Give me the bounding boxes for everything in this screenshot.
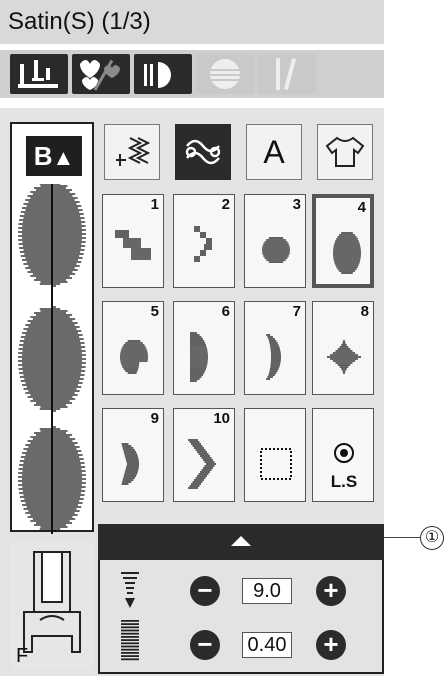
elongation-icon xyxy=(208,59,242,89)
width-value: 9.0 xyxy=(242,578,292,604)
length-setting-row: − 0.40 + xyxy=(98,618,384,668)
window-title-bar: Satin(S) (1/3) xyxy=(0,0,384,44)
hearts-mirror-icon xyxy=(80,59,120,91)
crescent-stitch-icon xyxy=(266,334,281,380)
oval-stitch-icon xyxy=(333,232,361,274)
chevron-stitch-icon xyxy=(188,439,216,489)
twin-needle-button[interactable] xyxy=(258,54,316,94)
stitch-key-2[interactable]: 2 xyxy=(173,194,235,288)
stitch-key-3[interactable]: 3 xyxy=(244,194,306,288)
zigzag-steps-stitch-icon xyxy=(194,226,212,262)
foot-needle-icon xyxy=(18,60,58,88)
stitch-preview: B▲ xyxy=(10,122,94,534)
width-setting-row: − 9.0 + xyxy=(98,566,384,616)
length-decrease-button[interactable]: − xyxy=(190,630,220,660)
twin-needle-icon xyxy=(276,58,297,90)
stitch-key-6[interactable]: 6 xyxy=(173,301,235,395)
stitch-number: 6 xyxy=(221,303,230,320)
tab-utility[interactable] xyxy=(104,124,160,180)
shirt-icon xyxy=(325,136,365,167)
letters-label: A xyxy=(263,133,285,170)
collapse-settings-button[interactable] xyxy=(98,524,384,560)
dotted-square-stitch-icon xyxy=(260,448,292,480)
stitch-key-8[interactable]: 8 xyxy=(312,301,374,395)
up-arrow-icon: ▲ xyxy=(52,145,75,170)
width-decrease-button[interactable]: − xyxy=(190,576,220,606)
star-stitch-icon xyxy=(327,340,361,374)
stitch-density-icon xyxy=(121,620,139,661)
lock-stitch-stitch-icon: L.S xyxy=(331,443,357,491)
callout-leader-line xyxy=(384,537,420,538)
drop-stitch-icon xyxy=(120,340,148,374)
triangle-up-icon xyxy=(231,536,251,546)
tab-letters[interactable]: A xyxy=(246,124,302,180)
stitch-number: 4 xyxy=(357,199,366,216)
pattern-combination-button[interactable] xyxy=(72,54,130,94)
width-increase-button[interactable]: + xyxy=(316,576,346,606)
foot-letter: F xyxy=(16,645,29,667)
stitch-key-7[interactable]: 7 xyxy=(244,301,306,395)
stitch-number: 9 xyxy=(150,410,159,427)
arrow-crescent-stitch-icon xyxy=(121,443,139,485)
stitch-key-dotted-square[interactable] xyxy=(244,408,306,502)
stitch-key-1[interactable]: 1 xyxy=(102,194,164,288)
stitch-number: 5 xyxy=(150,303,159,320)
presser-foot-display: F xyxy=(10,542,94,670)
stitch-number: 10 xyxy=(213,410,230,427)
stitch-key-lock-stitch[interactable]: L.S xyxy=(312,408,374,502)
utility-stitch-icon xyxy=(116,137,151,166)
stitch-key-4[interactable]: 4 xyxy=(312,194,374,288)
stitch-number: 8 xyxy=(360,303,369,320)
circle-stitch-icon xyxy=(262,237,290,263)
mode-toolbar xyxy=(0,50,384,98)
foot-needle-button[interactable] xyxy=(10,54,68,94)
callout-marker: ① xyxy=(420,526,444,550)
stitch-key-10[interactable]: 10 xyxy=(173,408,235,502)
tab-garment[interactable] xyxy=(317,124,373,180)
stitch-preview-graphic xyxy=(18,184,86,534)
stitch-width-icon xyxy=(121,572,139,608)
half-disc-stitch-icon xyxy=(190,332,208,382)
length-increase-button[interactable]: + xyxy=(316,630,346,660)
page-title: Satin(S) (1/3) xyxy=(8,8,151,35)
reverse-badge[interactable]: B▲ xyxy=(26,136,82,176)
stitch-number: 2 xyxy=(221,196,230,213)
badge-label: B xyxy=(33,141,53,171)
length-value: 0.40 xyxy=(242,632,292,658)
steps-stitch-icon xyxy=(115,230,151,260)
mirror-image-icon xyxy=(144,62,171,88)
satin-stitch-icon xyxy=(185,139,221,165)
stitch-number: 1 xyxy=(150,196,159,213)
tab-decorative[interactable] xyxy=(175,124,231,180)
svg-text:L.S: L.S xyxy=(331,472,357,491)
stitch-key-9[interactable]: 9 xyxy=(102,408,164,502)
elongation-button[interactable] xyxy=(196,54,254,94)
mirror-image-button[interactable] xyxy=(134,54,192,94)
stitch-number: 3 xyxy=(292,196,301,213)
stitch-number: 7 xyxy=(292,303,301,320)
stitch-key-5[interactable]: 5 xyxy=(102,301,164,395)
